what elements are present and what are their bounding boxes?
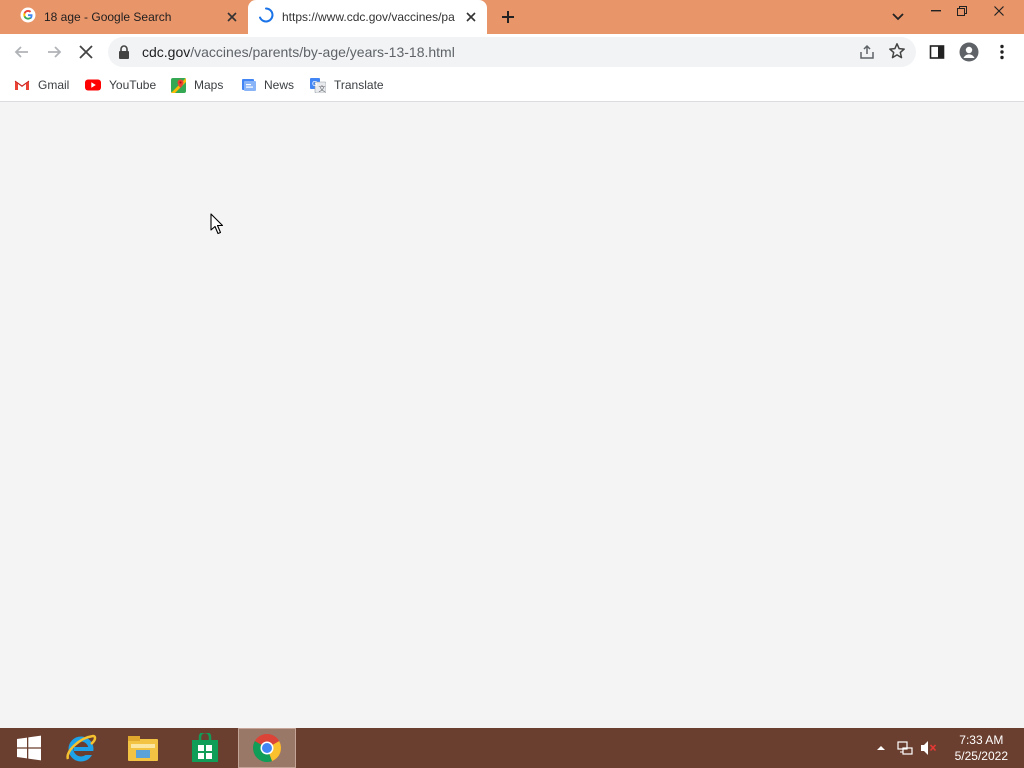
address-bar[interactable]: cdc.gov/vaccines/parents/by-age/years-13… <box>108 37 916 67</box>
back-button[interactable] <box>8 38 36 66</box>
bookmarks-bar: Gmail YouTube Maps News G文 Translate <box>0 70 1024 102</box>
gmail-icon <box>14 80 30 90</box>
tab-strip: 18 age - Google Search https://www.cdc.g… <box>0 0 1024 34</box>
bookmark-label: YouTube <box>109 78 157 92</box>
volume-muted-icon[interactable] <box>918 728 940 768</box>
network-icon[interactable] <box>894 728 916 768</box>
file-explorer-icon <box>128 736 158 761</box>
show-hidden-icons-chevron[interactable] <box>872 728 890 768</box>
tab-title: https://www.cdc.gov/vaccines/pa <box>282 10 455 24</box>
new-tab-button[interactable] <box>496 6 520 28</box>
close-tab-icon[interactable] <box>222 7 242 27</box>
url-host: cdc.gov <box>142 44 191 60</box>
side-panel-icon[interactable] <box>924 39 950 65</box>
url-path: /vaccines/parents/by-age/years-13-18.htm… <box>190 44 455 60</box>
bookmark-translate[interactable]: G文 Translate <box>310 76 384 94</box>
close-tab-icon[interactable] <box>461 7 481 27</box>
tab-search-chevron-icon[interactable] <box>886 6 910 28</box>
page-content-area[interactable] <box>0 102 1024 728</box>
bookmark-gmail[interactable]: Gmail <box>14 76 69 94</box>
loading-spinner-icon <box>258 7 274 28</box>
tab-cdc[interactable]: https://www.cdc.gov/vaccines/pa <box>248 0 487 34</box>
bookmark-youtube[interactable]: YouTube <box>85 76 156 94</box>
close-window-button[interactable] <box>984 0 1014 22</box>
chrome-icon <box>253 734 281 763</box>
profile-avatar-icon[interactable] <box>956 39 982 65</box>
translate-icon: G文 <box>310 77 326 93</box>
taskbar-store[interactable] <box>176 728 234 768</box>
tab-title: 18 age - Google Search <box>44 10 172 24</box>
mouse-pointer-icon <box>210 213 224 240</box>
url-text: cdc.gov/vaccines/parents/by-age/years-13… <box>142 44 455 60</box>
bookmark-news[interactable]: News <box>241 76 294 94</box>
bookmark-label: Translate <box>334 78 384 92</box>
more-menu-icon[interactable] <box>989 39 1015 65</box>
restore-button[interactable] <box>947 0 977 22</box>
share-icon[interactable] <box>858 43 876 66</box>
store-icon <box>192 733 218 762</box>
google-icon <box>20 7 36 28</box>
bookmark-star-icon[interactable] <box>888 42 906 65</box>
system-clock[interactable]: 7:33 AM 5/25/2022 <box>955 732 1008 764</box>
bookmark-label: Maps <box>194 78 224 92</box>
svg-text:G: G <box>312 80 317 88</box>
bookmark-maps[interactable]: Maps <box>171 76 223 94</box>
maps-icon <box>171 77 186 93</box>
bookmark-label: Gmail <box>38 78 70 92</box>
forward-button[interactable] <box>40 38 68 66</box>
taskbar-file-explorer[interactable] <box>114 728 172 768</box>
stop-loading-button[interactable] <box>72 38 100 66</box>
youtube-icon <box>85 79 101 91</box>
lock-icon[interactable] <box>118 45 130 64</box>
bookmark-label: News <box>264 78 295 92</box>
browser-toolbar: cdc.gov/vaccines/parents/by-age/years-13… <box>0 34 1024 70</box>
windows-logo-icon <box>17 735 41 761</box>
windows-taskbar: 7:33 AM 5/25/2022 <box>0 728 1024 768</box>
taskbar-internet-explorer[interactable] <box>52 728 110 768</box>
start-button[interactable] <box>0 728 58 768</box>
tab-google-search[interactable]: 18 age - Google Search <box>8 0 248 34</box>
clock-date: 5/25/2022 <box>954 749 1008 763</box>
svg-text:文: 文 <box>319 84 326 93</box>
taskbar-chrome[interactable] <box>238 728 296 768</box>
news-icon <box>242 79 256 91</box>
clock-time: 7:33 AM <box>959 733 1004 747</box>
internet-explorer-icon <box>66 734 97 762</box>
